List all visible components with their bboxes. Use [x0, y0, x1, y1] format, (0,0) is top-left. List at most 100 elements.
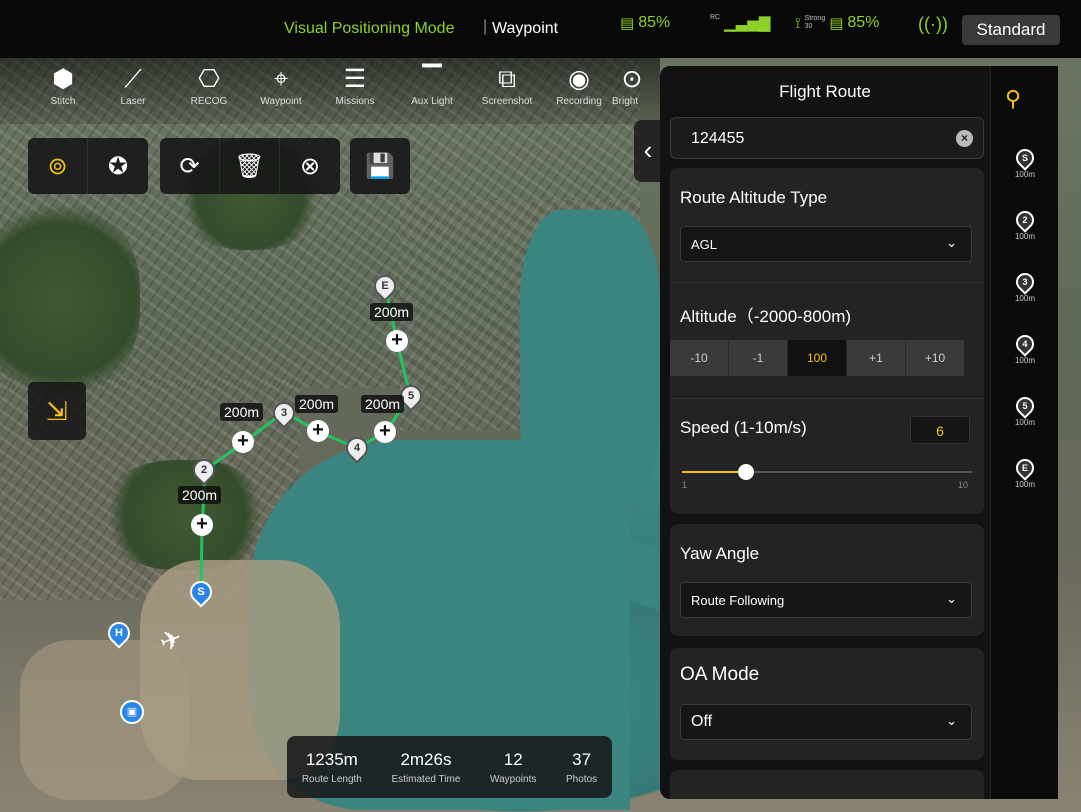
aux-light-label: Aux Light [411, 96, 453, 107]
route-name-field[interactable]: 124455 × [670, 117, 984, 159]
altitude-minus-1-button[interactable]: -1 [729, 340, 788, 376]
chevron-down-icon: ⌄ [946, 591, 957, 606]
photos-stat: 37 Photos [566, 750, 597, 785]
yaw-angle-select[interactable]: Route Following ⌄ [680, 582, 972, 618]
chevron-left-icon: ‹ [643, 135, 653, 165]
speed-slider-thumb[interactable] [738, 464, 754, 480]
stitch-button[interactable]: ⬢ Stitch [26, 64, 100, 107]
waypoint-label: Waypoint [260, 96, 302, 107]
waypoint-pin-icon: 5 [1012, 393, 1038, 419]
delete-icon[interactable]: 🗑 [220, 138, 280, 194]
waypoints-label: Waypoints [490, 773, 537, 785]
altitude-plus-1-button[interactable]: +1 [847, 340, 906, 376]
waypoint-altitude: 100m [1014, 356, 1035, 365]
standard-mode-button[interactable]: Standard [962, 15, 1060, 45]
altitude-type-select[interactable]: AGL ⌄ [680, 226, 972, 262]
add-waypoint-icon[interactable]: + [307, 420, 329, 442]
rc-signal: RC ▁▃▅▇ [710, 14, 770, 32]
recording-icon: ◉ [568, 65, 590, 93]
divider [670, 282, 984, 283]
waypoint-mode-icon[interactable]: ⊚ [28, 138, 88, 194]
broadcast-icon[interactable]: ((·)) [918, 14, 948, 35]
waypoint-pin-icon: 3 [1012, 269, 1038, 295]
edit-actions-group: ⟳ 🗑 ⊗ [160, 138, 340, 194]
next-setting-card [670, 770, 984, 799]
add-waypoint-icon[interactable]: + [191, 514, 213, 536]
speed-slider-fill [682, 471, 746, 473]
waypoint-pin-icon: S [1012, 145, 1038, 171]
aircraft-battery-value: 85% [638, 14, 671, 31]
segment-distance-label: 200m [295, 395, 339, 413]
add-waypoint-icon[interactable]: + [232, 431, 254, 453]
strip-waypoint-item[interactable]: S 100m [997, 145, 1053, 179]
save-icon[interactable]: 💾 [350, 138, 410, 194]
strip-waypoint-item[interactable]: 5 100m [997, 393, 1053, 427]
altitude-minus-10-button[interactable]: -10 [670, 340, 729, 376]
oa-mode-select[interactable]: Off ⌄ [680, 704, 972, 740]
waypoint-altitude: 100m [1014, 418, 1035, 427]
speed-min-label: 1 [682, 480, 688, 490]
aux-light-icon: ▔ [422, 65, 442, 93]
add-waypoint-icon[interactable]: + [386, 330, 408, 352]
speed-label: Speed (1-10m/s) [680, 418, 807, 437]
add-waypoint-icon[interactable]: + [374, 421, 396, 443]
estimated-time-stat: 2m26s Estimated Time [392, 750, 461, 785]
yaw-angle-card: Yaw Angle Route Following ⌄ [670, 524, 984, 636]
altitude-stepper: -10 -1 100 +1 +10 [670, 340, 964, 376]
chevron-down-icon: ⌄ [946, 713, 957, 728]
missions-label: Missions [335, 96, 375, 107]
recog-label: RECOG [190, 96, 228, 107]
waypoints-stat: 12 Waypoints [490, 750, 536, 785]
segment-distance-label: 200m [220, 403, 264, 421]
recog-button[interactable]: ⎔ RECOG [172, 64, 246, 107]
waypoint-altitude: 100m [1014, 232, 1035, 241]
waypoint-pin-icon: E [1012, 455, 1038, 481]
altitude-type-label: Route Altitude Type [680, 188, 828, 207]
waypoint-pin-icon: 2 [1012, 207, 1038, 233]
waypoint-icon: ⌖ [273, 65, 289, 93]
image-transmission-signal: ⟟ Strong 30 ▤ 85% [795, 14, 879, 32]
waypoint-altitude: 100m [1014, 170, 1035, 179]
clear-route-icon[interactable]: ⊗ [280, 138, 340, 194]
reverse-route-icon[interactable]: ⟳ [160, 138, 220, 194]
altitude-plus-10-button[interactable]: +10 [906, 340, 964, 376]
clear-input-icon[interactable]: × [956, 130, 973, 147]
takeoff-landing-button[interactable]: ⇲ [28, 382, 86, 440]
altitude-type-value: AGL [691, 237, 718, 252]
recording-button[interactable]: ◉ Recording [542, 64, 616, 107]
oa-mode-value: Off [691, 713, 713, 730]
top-status-bar: Visual Positioning Mode | Waypoint ▤ 85%… [0, 0, 1081, 58]
route-length-stat: 1235m Route Length [302, 750, 362, 785]
strip-waypoint-item[interactable]: 4 100m [997, 331, 1053, 365]
screenshot-label: Screenshot [481, 96, 533, 107]
recog-icon: ⎔ [198, 65, 220, 93]
strip-waypoint-item[interactable]: E 100m [997, 455, 1053, 489]
strip-waypoint-item[interactable]: 3 100m [997, 269, 1053, 303]
speed-input[interactable]: 6 [910, 416, 970, 444]
waypoint-button[interactable]: ⌖ Waypoint [244, 64, 318, 107]
brightness-icon: ⊙ [621, 65, 643, 93]
flight-mode-text: Waypoint [492, 20, 559, 37]
signal-strength: Strong 30 [805, 15, 826, 31]
estimated-time-label: Estimated Time [391, 773, 461, 785]
laser-label: Laser [120, 96, 146, 107]
altitude-value[interactable]: 100 [788, 340, 847, 376]
signal-strength-label: Strong [804, 15, 826, 22]
missions-button[interactable]: ☰ Missions [318, 64, 392, 107]
poi-mode-icon[interactable]: ✪ [88, 138, 148, 194]
segment-distance-label: 200m [361, 395, 405, 413]
bright-button[interactable]: ⊙ Bright [612, 64, 652, 107]
laser-button[interactable]: ⟋ Laser [96, 64, 170, 107]
estimated-time-value: 2m26s [400, 749, 452, 769]
strip-waypoint-item[interactable]: 2 100m [997, 207, 1053, 241]
route-icon[interactable]: ⚲ [1005, 86, 1021, 112]
segment-distance-label: 200m [178, 486, 222, 504]
photos-label: Photos [566, 773, 598, 785]
rc-signal-label: RC [710, 14, 721, 21]
screenshot-button[interactable]: ⧉ Screenshot [470, 64, 544, 107]
aux-light-button[interactable]: ▔ Aux Light [395, 64, 469, 107]
rc-battery-value: 85% [847, 14, 880, 31]
collapse-panel-button[interactable]: ‹ [634, 120, 662, 182]
separator: | [483, 18, 488, 35]
waypoints-value: 12 [503, 749, 523, 769]
